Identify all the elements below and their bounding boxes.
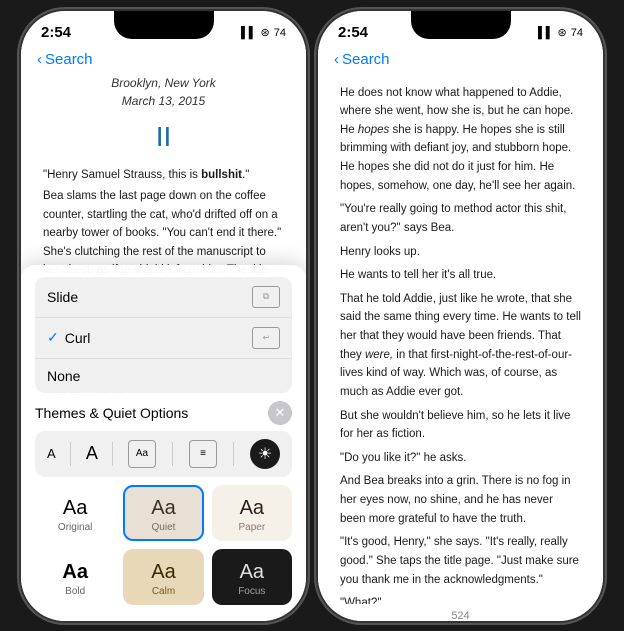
nav-bar-left: ‹ Search: [21, 47, 306, 74]
slide-icon: ⧉: [252, 286, 280, 308]
sun-icon: ☀: [258, 444, 272, 464]
left-phone: 2:54 ▌▌ ⊛ 74 ‹ Search Brook: [21, 11, 306, 621]
battery-icon-right: 74: [571, 27, 583, 39]
layout-icon[interactable]: ≡: [189, 440, 217, 468]
theme-original[interactable]: Aa Original: [35, 485, 115, 541]
curl-icon: ↩: [252, 327, 280, 349]
font-sep-4: [233, 442, 234, 466]
status-bar-right: 2:54 ▌▌ ⊛ 74: [318, 11, 603, 47]
time-left: 2:54: [41, 24, 71, 41]
font-size-small[interactable]: A: [47, 446, 56, 461]
battery-icon: 74: [274, 27, 286, 39]
close-button[interactable]: ✕: [268, 401, 292, 425]
signal-icon-right: ▌▌: [538, 27, 554, 39]
transition-slide[interactable]: Slide ⧉: [35, 277, 292, 318]
font-size-row: A A Aa ≡ ☀: [35, 431, 292, 477]
status-bar-left: 2:54 ▌▌ ⊛ 74: [21, 11, 306, 47]
right-phone: 2:54 ▌▌ ⊛ 74 ‹ Search He does not know w…: [318, 11, 603, 621]
time-right: 2:54: [338, 24, 368, 41]
theme-grid: Aa Original Aa Quiet Aa Paper: [35, 485, 292, 605]
wifi-icon: ⊛: [261, 26, 270, 39]
chapter-number: II: [43, 115, 284, 158]
overlay-panel: Slide ⧉ ✓ Curl ↩: [21, 265, 306, 621]
left-screen: 2:54 ▌▌ ⊛ 74 ‹ Search Brook: [21, 11, 306, 621]
book-location: Brooklyn, New York March 13, 2015: [43, 74, 284, 111]
book-content-right: He does not know what happened to Addie,…: [318, 74, 603, 604]
theme-paper[interactable]: Aa Paper: [212, 485, 292, 541]
theme-bold[interactable]: Aa Bold: [35, 549, 115, 605]
theme-calm[interactable]: Aa Calm: [123, 549, 203, 605]
font-sep-1: [70, 442, 71, 466]
font-sep-2: [112, 442, 113, 466]
chevron-left-icon: ‹: [37, 51, 42, 68]
back-button-left[interactable]: ‹ Search: [37, 51, 93, 68]
themes-title: Themes & Quiet Options: [35, 405, 188, 421]
brightness-button[interactable]: ☀: [250, 439, 280, 469]
transition-curl[interactable]: ✓ Curl ↩: [35, 318, 292, 359]
theme-quiet[interactable]: Aa Quiet: [123, 485, 203, 541]
themes-header: Themes & Quiet Options ✕: [35, 401, 292, 425]
nav-bar-right: ‹ Search: [318, 47, 603, 74]
font-sep-3: [172, 442, 173, 466]
page-number: 524: [318, 604, 603, 621]
theme-focus[interactable]: Aa Focus: [212, 549, 292, 605]
transition-none[interactable]: None: [35, 359, 292, 393]
slide-label: Slide: [47, 289, 78, 305]
font-size-large[interactable]: A: [86, 443, 98, 464]
transition-options: Slide ⧉ ✓ Curl ↩: [35, 277, 292, 393]
status-icons-left: ▌▌ ⊛ 74: [241, 26, 286, 39]
phones-container: 2:54 ▌▌ ⊛ 74 ‹ Search Brook: [21, 11, 603, 621]
signal-icon: ▌▌: [241, 27, 257, 39]
right-screen: 2:54 ▌▌ ⊛ 74 ‹ Search He does not know w…: [318, 11, 603, 621]
font-style-icon[interactable]: Aa: [128, 440, 156, 468]
wifi-icon-right: ⊛: [558, 26, 567, 39]
back-button-right[interactable]: ‹ Search: [334, 51, 390, 68]
status-icons-right: ▌▌ ⊛ 74: [538, 26, 583, 39]
check-icon: ✓: [47, 329, 59, 346]
font-icons: Aa ≡ ☀: [128, 439, 280, 469]
chevron-left-icon-right: ‹: [334, 51, 339, 68]
